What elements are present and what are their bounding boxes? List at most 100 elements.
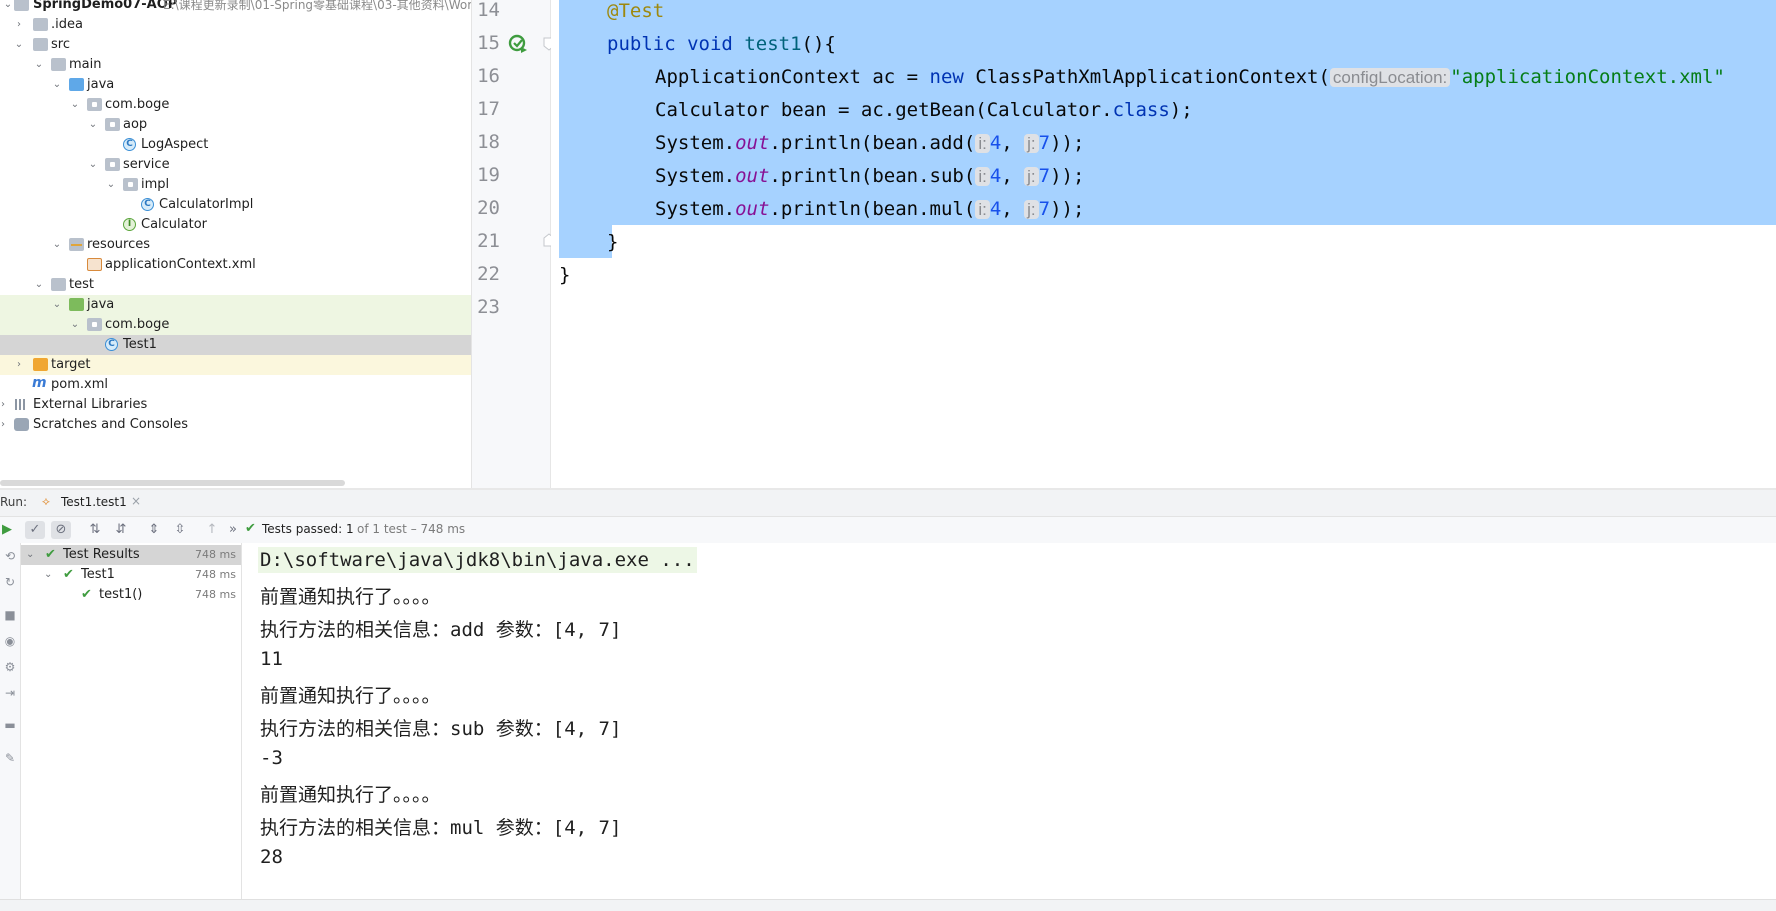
more-icon[interactable]: » [223,521,243,539]
run-test-gutter-icon[interactable] [507,33,529,55]
chevron-down-icon[interactable]: ⌄ [51,235,63,255]
code-text: ClassPathXmlApplicationContext( [963,66,1330,88]
xml-file-icon [87,258,102,271]
stop-icon[interactable]: ■ [3,608,17,622]
tree-item-project-root[interactable]: ⌄ SpringDemo07-AOP E:\课程更新录制\01-Spring零基… [0,0,471,15]
chevron-down-icon[interactable]: ⌄ [2,0,14,15]
settings-icon[interactable]: ⚙ [3,660,17,674]
code-line-14: @Test [607,0,664,28]
test-row-method[interactable]: ✔ test1() 748 ms [21,585,241,605]
show-passed-icon[interactable]: ✓ [25,521,45,539]
collapse-all-icon[interactable]: ⇳ [170,521,190,539]
tree-item-test-java[interactable]: ⌄ java [0,295,471,315]
close-icon[interactable]: × [131,494,141,508]
passed-check-icon: ✔ [245,521,256,536]
chevron-down-icon[interactable]: ⌄ [105,175,117,195]
line-number: 16 [477,65,500,87]
chevron-down-icon[interactable]: ⌄ [87,155,99,175]
parameter-hint: i: [975,167,990,186]
chevron-right-icon[interactable]: › [13,355,25,375]
rerun-failed-icon[interactable]: ↻ [3,575,17,589]
chevron-right-icon[interactable]: › [0,395,9,415]
class-icon: C [123,138,136,151]
chevron-down-icon[interactable]: ⌄ [33,55,45,75]
tree-item-target[interactable]: › target [0,355,471,375]
tree-item-applicationcontext-xml[interactable]: applicationContext.xml [0,255,471,275]
console-line: D:\software\java\jdk8\bin\java.exe ... [258,547,697,573]
chevron-right-icon[interactable]: › [13,15,25,35]
tree-item-test-com-boge[interactable]: ⌄ com.boge [0,315,471,335]
test-row-results[interactable]: ⌄ ✔ Test Results 748 ms [21,545,241,565]
tree-item-external-libraries[interactable]: › External Libraries [0,395,471,415]
horizontal-scrollbar[interactable] [0,480,345,486]
chevron-down-icon[interactable]: ⌄ [26,545,34,565]
debug-icon[interactable]: ⟲ [3,549,17,563]
tree-item-scratches[interactable]: › Scratches and Consoles [0,415,471,435]
camera-icon[interactable]: ◉ [3,634,17,648]
parameter-hint: j: [1024,134,1039,153]
show-ignored-icon[interactable]: ⊘ [51,521,71,539]
tree-item-test1[interactable]: C Test1 [0,335,471,355]
pin-icon[interactable]: ✎ [3,751,17,765]
tree-item-pom-xml[interactable]: m pom.xml [0,375,471,395]
chevron-down-icon[interactable]: ⌄ [44,565,52,585]
chevron-down-icon[interactable]: ⌄ [87,115,99,135]
tab-test1-test1[interactable]: ⟡ Test1.test1 × [40,490,148,516]
static-field: out [735,132,770,154]
expand-all-icon[interactable]: ⇕ [144,521,164,539]
tree-item-resources[interactable]: ⌄ resources [0,235,471,255]
console-output[interactable]: D:\software\java\jdk8\bin\java.exe ... 前… [242,543,1776,899]
static-field: out [735,165,770,187]
tree-label: Calculator [141,217,208,232]
layout-icon[interactable]: ▬ [3,718,17,732]
resources-folder-icon [69,238,84,251]
exit-icon[interactable]: ⇥ [3,686,17,700]
chevron-down-icon[interactable]: ⌄ [13,35,25,55]
parameter-hint: configLocation: [1329,68,1451,87]
project-root-path: E:\课程更新录制\01-Spring零基础课程\03-其他资料\Wor [163,0,472,12]
tree-item-calculatorimpl[interactable]: C CalculatorImpl [0,195,471,215]
previous-failed-icon[interactable]: ↑ [202,521,222,539]
libraries-icon [14,398,29,411]
rerun-icon[interactable]: ▶ [0,521,17,539]
chevron-down-icon[interactable]: ⌄ [33,275,45,295]
tree-item-idea[interactable]: › .idea [0,15,471,35]
tree-item-logaspect[interactable]: C LogAspect [0,135,471,155]
number-literal: 7 [1038,165,1051,187]
tree-item-aop[interactable]: ⌄ aop [0,115,471,135]
chevron-right-icon[interactable]: › [0,415,9,435]
console-line: 前置通知执行了。。。。 [260,685,441,707]
code-text: , [1001,165,1025,187]
code-line-21: } [607,226,618,259]
tree-item-src[interactable]: ⌄ src [0,35,471,55]
console-line: 28 [260,846,283,868]
run-toolbar: ▶ ✓ ⊘ ⇅ ⇵ ⇕ ⇳ ↑ » ✔ Tests passed: 1 of 1… [0,517,1776,544]
code-text: , [1001,198,1025,220]
chevron-down-icon[interactable]: ⌄ [51,75,63,95]
tree-item-test[interactable]: ⌄ test [0,275,471,295]
tree-item-calculator[interactable]: I Calculator [0,215,471,235]
test-class-icon: C [105,338,118,351]
code-editor[interactable]: @Test public void test1(){ ApplicationCo… [551,0,1776,488]
chevron-down-icon[interactable]: ⌄ [51,295,63,315]
chevron-down-icon[interactable]: ⌄ [69,95,81,115]
parameter-hint: i: [975,200,990,219]
line-number: 18 [477,131,500,153]
test-duration: 748 ms [195,588,236,601]
number-literal: 7 [1038,198,1051,220]
sort-duration-icon[interactable]: ⇵ [111,521,131,539]
tree-item-com-boge[interactable]: ⌄ com.boge [0,95,471,115]
tree-item-main[interactable]: ⌄ main [0,55,471,75]
keyword: new [929,66,964,88]
tree-label: External Libraries [33,397,148,412]
chevron-down-icon[interactable]: ⌄ [69,315,81,335]
tree-label: target [51,357,91,372]
code-text: .println(bean.add( [769,132,976,154]
test-row-class[interactable]: ⌄ ✔ Test1 748 ms [21,565,241,585]
tree-item-impl[interactable]: ⌄ impl [0,175,471,195]
tree-item-main-java[interactable]: ⌄ java [0,75,471,95]
tree-item-service[interactable]: ⌄ service [0,155,471,175]
sort-alpha-icon[interactable]: ⇅ [85,521,105,539]
test-label: test1() [99,587,143,602]
code-text: .println(bean.sub( [769,165,976,187]
